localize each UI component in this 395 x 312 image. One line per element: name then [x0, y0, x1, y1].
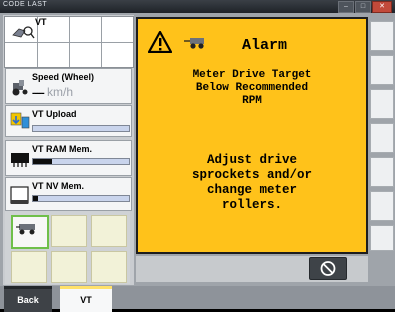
alarm-instruction-line: Adjust drive	[206, 153, 297, 167]
speed-value: ----- km/h	[32, 85, 73, 99]
alarm-title: Alarm	[242, 37, 288, 54]
softkey-planter[interactable]	[11, 215, 49, 249]
maximize-button[interactable]: □	[355, 1, 371, 13]
planter-icon	[184, 38, 204, 49]
memory-card-icon	[10, 186, 29, 204]
softkey-grid	[5, 211, 130, 284]
right-softkey[interactable]	[370, 123, 394, 153]
right-softkey[interactable]	[370, 225, 394, 251]
vt-nv-progress-fill	[33, 196, 38, 201]
right-softkey-column	[370, 17, 395, 254]
upload-icon	[10, 112, 30, 129]
tab-bar: Back VT	[0, 286, 395, 312]
window-controls: – □ ✕	[338, 1, 392, 13]
alarm-instruction-line: change meter	[206, 183, 297, 197]
vt-label: VT	[35, 17, 47, 27]
vt-ram-pane: VT RAM Mem.	[5, 140, 132, 176]
vt-nv-label: VT NV Mem.	[32, 181, 85, 191]
speed-number: -----	[32, 88, 45, 99]
vt-nv-progress	[32, 195, 130, 202]
tractor-implement-icon	[12, 26, 35, 39]
alarm-instruction-line: sprockets and/or	[191, 168, 313, 182]
tab-vt[interactable]: VT	[60, 286, 112, 312]
ram-chip-icon	[11, 153, 29, 167]
planter-icon	[16, 224, 35, 235]
alarm-message-line: Below Recommended	[195, 82, 309, 94]
right-softkey[interactable]	[370, 89, 394, 119]
app-window: CODE LAST – □ ✕ VT Speed (Wheel) ----- k…	[0, 0, 395, 312]
tab-back[interactable]: Back	[4, 286, 52, 312]
vt-upload-pane: VT Upload	[5, 105, 132, 137]
right-softkey[interactable]	[370, 191, 394, 221]
softkey-empty[interactable]	[91, 215, 127, 247]
speed-pane: Speed (Wheel) ----- km/h	[5, 68, 132, 104]
tractor-icon	[12, 80, 28, 96]
right-softkey[interactable]	[370, 21, 394, 51]
softkey-empty[interactable]	[91, 251, 127, 283]
vt-upload-progress	[32, 125, 130, 132]
speed-label: Speed (Wheel)	[32, 72, 95, 82]
vt-ram-progress-fill	[33, 159, 53, 164]
vt-selector-grid[interactable]: VT	[4, 16, 134, 68]
vt-upload-label: VT Upload	[32, 109, 77, 119]
window-title: CODE LAST	[3, 1, 48, 8]
vt-nv-pane: VT NV Mem.	[5, 177, 132, 211]
alarm-panel: Alarm Meter Drive Target Below Recommend…	[136, 17, 368, 254]
alarm-message-line: RPM	[242, 95, 262, 107]
softkey-empty[interactable]	[51, 215, 87, 247]
softkey-empty[interactable]	[11, 251, 47, 283]
vt-ram-progress	[32, 158, 130, 165]
warning-triangle-icon	[148, 31, 172, 53]
close-button[interactable]: ✕	[372, 1, 392, 13]
grid-divider	[5, 42, 133, 43]
title-bar: CODE LAST – □ ✕	[0, 0, 395, 13]
vt-ram-label: VT RAM Mem.	[32, 144, 93, 154]
minimize-button[interactable]: –	[338, 1, 354, 13]
alarm-message-line: Meter Drive Target	[192, 69, 312, 81]
alarm-instruction-line: rollers.	[221, 198, 282, 212]
speed-unit: km/h	[47, 85, 74, 99]
right-softkey[interactable]	[370, 55, 394, 85]
softkey-empty[interactable]	[51, 251, 87, 283]
acknowledge-button[interactable]	[309, 257, 347, 280]
right-softkey[interactable]	[370, 157, 394, 187]
acknowledge-icon	[320, 261, 336, 276]
